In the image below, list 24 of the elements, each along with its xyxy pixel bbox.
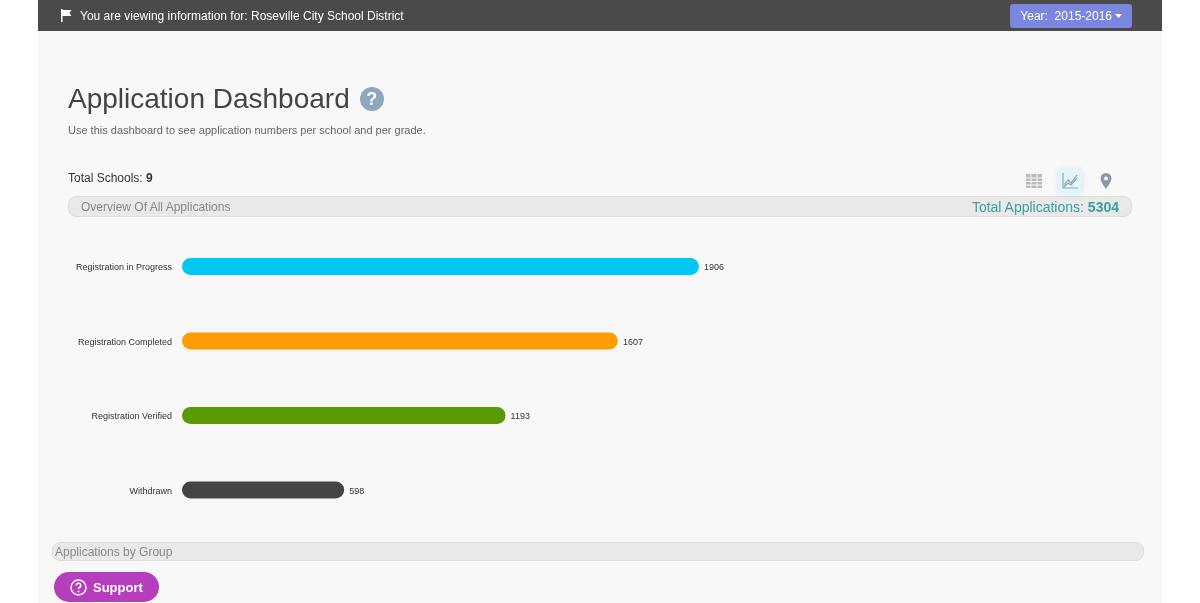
- value-label: 598: [349, 485, 365, 496]
- section-title: Overview Of All Applications: [81, 199, 231, 214]
- help-icon[interactable]: ?: [359, 87, 384, 111]
- value-label: 1906: [704, 262, 725, 272]
- bar-label: Registration Verified: [91, 411, 172, 421]
- caret-icon: [1115, 13, 1122, 18]
- total-applications: Total Applications: 5304: [971, 198, 1119, 215]
- total-schools: Total Schools: 9: [68, 171, 153, 185]
- section-title: Applications by Group: [55, 544, 173, 559]
- page-subtitle: Use this dashboard to see application numbers per school and per grade.: [68, 124, 427, 136]
- line-chart-icon: [1061, 172, 1079, 190]
- bar-label: Registration Completed: [77, 336, 172, 347]
- chart-view-toggle[interactable]: [1058, 169, 1082, 193]
- flag-icon: [60, 9, 72, 22]
- help-icon: [70, 578, 87, 596]
- value-label: 1607: [622, 336, 643, 347]
- bar-label: Registration in Progress: [75, 262, 172, 272]
- year-dropdown[interactable]: Year: 2015-2016: [1010, 3, 1132, 28]
- value-label: 1193: [510, 411, 530, 421]
- page-title: Application Dashboard: [68, 83, 350, 115]
- table-icon: [1025, 172, 1043, 190]
- support-button[interactable]: Support: [54, 572, 159, 602]
- bar-label: Withdrawn: [129, 485, 172, 496]
- context-message: You are viewing information for: Roseville City School District: [80, 8, 404, 23]
